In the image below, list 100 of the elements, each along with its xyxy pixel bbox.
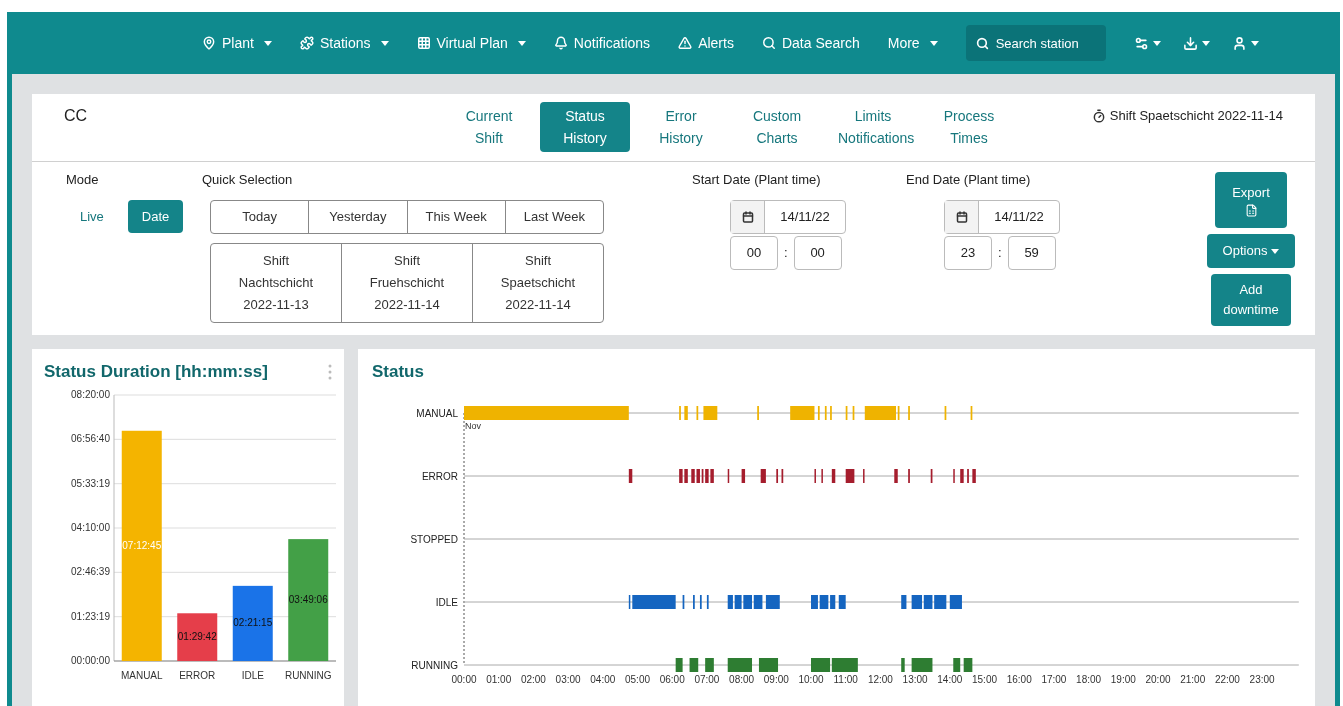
download-icon xyxy=(1182,35,1198,51)
bar xyxy=(177,612,218,661)
nav-menu-item[interactable]: Stations xyxy=(299,32,389,54)
lane-label: ERROR xyxy=(421,470,458,482)
view-tab[interactable]: Current Shift xyxy=(444,102,534,152)
nav-menu-item[interactable]: Plant xyxy=(202,32,272,54)
axis-tick-label: 21:00 xyxy=(1180,673,1206,685)
view-tab[interactable]: Custom Charts xyxy=(732,102,822,152)
caret-icon xyxy=(1152,40,1161,46)
axis-tick-label: 03:00 xyxy=(555,673,581,685)
mode-toggle[interactable]: Live xyxy=(66,199,118,233)
view-tab[interactable]: Status History xyxy=(540,102,630,152)
period-button[interactable]: This Week xyxy=(406,200,505,233)
caret-icon xyxy=(1250,40,1259,46)
axis-tick-label: 14:00 xyxy=(937,673,963,685)
axis-tick-label: 22:00 xyxy=(1214,673,1240,685)
time-separator: : xyxy=(784,243,788,262)
axis-tick-label: 08:20:00 xyxy=(71,388,110,400)
field-label: Quick Selection xyxy=(202,171,294,189)
axis-tick-label: 10:00 xyxy=(798,673,824,685)
time-separator: : xyxy=(998,243,1002,262)
period-button[interactable]: Today xyxy=(211,200,309,233)
axis-tick-label: 23:00 xyxy=(1249,673,1275,685)
axis-tick-label: 15:00 xyxy=(972,673,997,685)
shift-button[interactable]: Shift Fruehschicht 2022-11-14 xyxy=(341,243,472,322)
axis-tick-label: 09:00 xyxy=(763,673,789,685)
nav-menu-item[interactable]: Virtual Plan xyxy=(416,32,526,54)
lane-label: MANUAL xyxy=(416,407,458,419)
axis-tick-label: 04:00 xyxy=(590,673,616,685)
axis-tick-label: 07:00 xyxy=(694,673,720,685)
mode-toggle[interactable]: Date xyxy=(127,199,184,233)
nav-menu-item[interactable]: Data Search xyxy=(761,32,860,54)
station-title: CC xyxy=(64,106,89,126)
axis-tick-label: 12:00 xyxy=(867,673,893,685)
settings-icon xyxy=(1133,35,1149,51)
period-button[interactable]: Yesterday xyxy=(308,200,407,233)
map-pin-icon xyxy=(202,36,216,50)
bell-icon xyxy=(553,36,568,50)
nav-menu-item[interactable]: More xyxy=(887,32,938,54)
value-label: 02:21:15 xyxy=(233,616,273,628)
caret-icon xyxy=(1201,40,1210,46)
view-tab[interactable]: Process Times xyxy=(924,102,1014,152)
axis-tick-label: 01:00 xyxy=(486,673,512,685)
icon-menu-button[interactable] xyxy=(1133,35,1161,51)
value-label: 01:29:42 xyxy=(177,630,217,642)
axis-tick-label: 00:00 xyxy=(451,673,477,685)
lane-label: IDLE xyxy=(435,596,458,608)
category-label: MANUAL xyxy=(120,669,163,681)
station-search-field[interactable]: Search station xyxy=(965,25,1106,61)
category-label: IDLE xyxy=(241,669,264,681)
lane-label: RUNNING xyxy=(411,659,458,671)
calendar-icon xyxy=(955,210,968,223)
user-icon xyxy=(1231,35,1247,51)
warning-icon xyxy=(678,36,693,50)
view-tab[interactable]: Error History xyxy=(636,102,726,152)
icon-menu-button[interactable] xyxy=(1182,35,1210,51)
category-label: RUNNING xyxy=(284,669,332,681)
axis-tick-label: 20:00 xyxy=(1145,673,1171,685)
current-shift-text: Shift Spaetschicht 2022-11-14 xyxy=(1109,107,1283,125)
field-label: End Date (Plant time) xyxy=(906,171,1032,189)
value-label: 07:12:45 xyxy=(122,539,162,551)
date-field[interactable]: 14/11/22 xyxy=(730,199,846,234)
nav-menu-item[interactable]: Notifications xyxy=(553,32,651,54)
hour-field[interactable]: 00 xyxy=(730,235,778,270)
axis-tick-label: 13:00 xyxy=(902,673,928,685)
search-icon xyxy=(975,37,989,50)
card-title: Status Duration [hh:mm:ss] xyxy=(44,361,268,383)
value-label: 03:49:06 xyxy=(288,593,328,605)
nav-menu-item[interactable]: Alerts xyxy=(678,32,734,54)
icon-menu-button[interactable] xyxy=(1231,35,1259,51)
axis-tick-label: 05:33:19 xyxy=(71,477,110,489)
lane-label: STOPPED xyxy=(410,533,458,545)
search-icon xyxy=(761,36,776,50)
minute-field[interactable]: 00 xyxy=(793,235,842,270)
puzzle-icon xyxy=(299,36,314,50)
hour-field[interactable]: 23 xyxy=(944,235,992,270)
axis-tick-label: 18:00 xyxy=(1076,673,1102,685)
shift-button[interactable]: Shift Nachtschicht 2022-11-13 xyxy=(211,243,341,322)
axis-tick-label: 17:00 xyxy=(1041,673,1067,685)
minute-field[interactable]: 59 xyxy=(1007,235,1056,270)
stopwatch-icon xyxy=(1091,108,1106,123)
axis-tick-label: 06:56:40 xyxy=(71,432,110,444)
category-label: ERROR xyxy=(179,669,216,681)
add-downtime-button[interactable]: Add downtime xyxy=(1211,274,1291,326)
card-title: Status xyxy=(372,361,425,383)
date-field[interactable]: 14/11/22 xyxy=(944,199,1060,234)
shift-button[interactable]: Shift Spaetschicht 2022-11-14 xyxy=(472,243,603,322)
field-label: Start Date (Plant time) xyxy=(692,171,822,189)
caret-icon xyxy=(1271,248,1280,254)
period-button[interactable]: Last Week xyxy=(504,200,603,233)
axis-tick-label: 01:23:19 xyxy=(71,610,110,622)
axis-tick-label: 19:00 xyxy=(1110,673,1136,685)
axis-tick-label: 05:00 xyxy=(625,673,650,685)
export-button[interactable]: Export xyxy=(1215,172,1287,228)
axis-tick-label: 02:00 xyxy=(520,673,546,685)
view-tab[interactable]: Limits Notifications xyxy=(828,102,918,152)
axis-tick-label: 06:00 xyxy=(659,673,685,685)
axis-tick-label: 08:00 xyxy=(729,673,755,685)
options-dropdown-button[interactable]: Options xyxy=(1207,234,1295,268)
axis-tick-label: 02:46:39 xyxy=(71,565,110,577)
